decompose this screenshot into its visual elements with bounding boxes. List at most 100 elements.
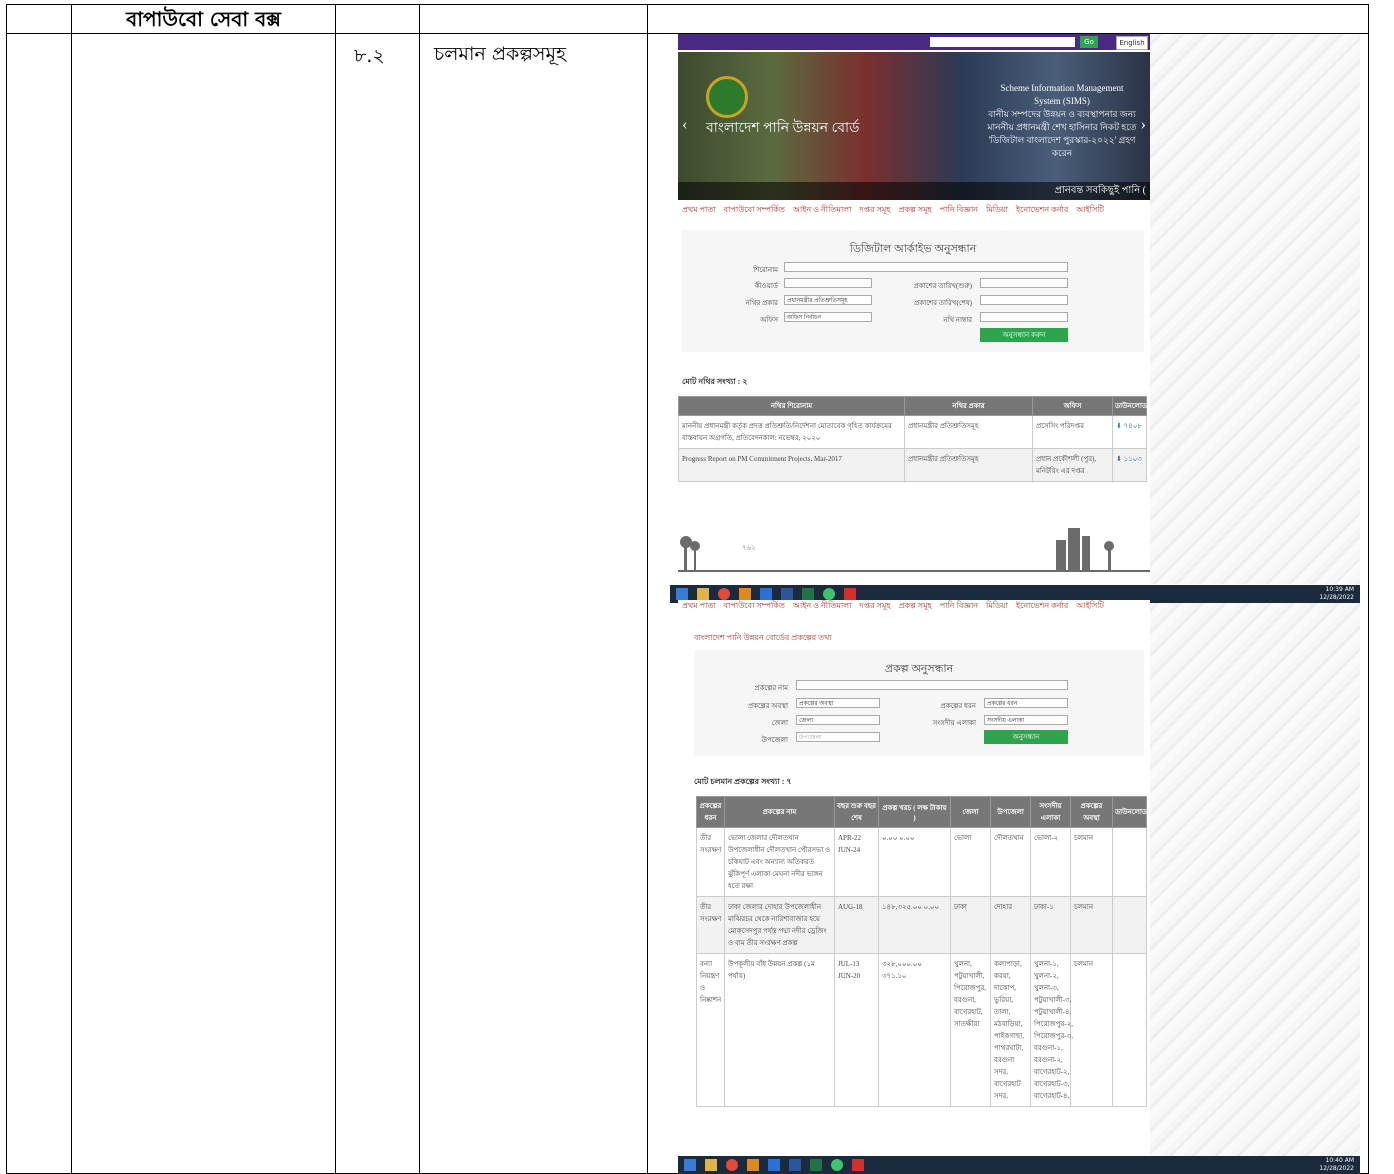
nav-item[interactable]: দপ্তর সমূহ (859, 202, 890, 218)
photoshop-icon[interactable] (768, 1159, 780, 1171)
clock-date: 12/28/2022 (1319, 594, 1354, 601)
name-cell: ভোলা জেলার দৌলতখান উপজেলাধীন দৌলতখান পৌর… (724, 827, 835, 897)
download-icon[interactable]: ⬇ (1116, 455, 1122, 463)
download-size[interactable]: ১১০৩ (1124, 455, 1142, 463)
nav-item[interactable]: পানি বিজ্ঞান (940, 202, 978, 218)
district-select[interactable]: জেলা (796, 715, 880, 725)
pdf-icon[interactable] (844, 588, 856, 600)
kind-cell: তীর সংরক্ষণ (696, 827, 725, 897)
office-select[interactable]: অফিস নির্বাচন (784, 312, 872, 322)
nav-item[interactable]: আইসিটি (1076, 600, 1104, 612)
doc-title-cell: Progress Report on PM Commitment Project… (678, 448, 905, 482)
chrome-icon[interactable] (718, 588, 730, 600)
excel-icon[interactable] (802, 588, 814, 600)
download-icon[interactable]: ⬇ (1116, 422, 1122, 430)
table-row: বন্যা নিয়ন্ত্রণ ও নিষ্কাশন উপকূলীয় বাঁ… (696, 953, 1147, 1107)
photoshop-icon[interactable] (760, 588, 772, 600)
breadcrumb[interactable]: বাংলাদেশ পানি উন্নয়ন বোর্ডের প্রকল্পের … (694, 632, 832, 645)
nav-item[interactable]: বাপাউবো সম্পর্কিত (724, 600, 785, 612)
nav-item[interactable]: প্রথম পাতা (682, 600, 716, 612)
banner-caption-line: মাননীয় প্রধানমন্ত্রী শেখ হাসিনার নিকট হ… (987, 122, 1137, 132)
download-cell[interactable] (1112, 953, 1147, 1107)
pdf-icon[interactable] (852, 1159, 864, 1171)
nav-item[interactable]: দপ্তর সমূহ (859, 600, 890, 612)
pub-to-input[interactable] (980, 295, 1068, 305)
banner-caption-line: 'ডিজিটাল বাংলাদেশ পুরস্কার-২০২২' গ্রহণ ক… (988, 135, 1136, 158)
table-header: অফিস (1032, 396, 1113, 416)
site-search-go-button[interactable]: Go (1080, 36, 1098, 48)
decorative-pattern (1150, 34, 1360, 584)
upazila-cell: দোহার (990, 896, 1031, 954)
nav-item[interactable]: মিডিয়া (986, 600, 1008, 612)
project-status-select[interactable]: প্রকল্পের অবস্থা (796, 698, 880, 708)
nav-item[interactable]: প্রকল্প সমূহ (899, 202, 932, 218)
pub-from-input[interactable] (980, 278, 1068, 288)
download-cell[interactable] (1112, 896, 1147, 954)
district-label: জেলা (771, 719, 788, 727)
illustrator-icon[interactable] (739, 588, 751, 600)
title-input[interactable] (784, 262, 1068, 272)
nav-item[interactable]: প্রকল্প সমূহ (899, 600, 932, 612)
doc-type-label: নথির প্রকার (745, 299, 778, 307)
district-cell: ঢাকা (950, 896, 991, 954)
nav-item[interactable]: বাপাউবো সম্পর্কিত (724, 202, 785, 218)
district-cell: ভোলা (950, 827, 991, 897)
office-label: অফিস (760, 316, 778, 324)
download-cell[interactable]: ⬇ ১১০৩ (1112, 448, 1147, 482)
keyword-input[interactable] (784, 278, 872, 288)
doc-no-label: নথি নাম্বার (943, 316, 972, 324)
word-icon[interactable] (781, 588, 793, 600)
nav-item[interactable]: ইনোভেশন কর্নার (1016, 600, 1068, 612)
start-icon[interactable] (684, 1159, 696, 1171)
banner-caption: Scheme Information Management System (SI… (978, 82, 1146, 160)
upazila-cell: কলাপাড়া, করয়া, দাকোপ, ভুরিয়া, তালা, ম… (990, 953, 1031, 1107)
project-kind-select[interactable]: প্রকল্পের ধরন (984, 698, 1068, 708)
table-header: ডাউনলোড (1112, 396, 1147, 416)
project-search-button[interactable]: অনুসন্ধান (984, 730, 1068, 744)
table-header: প্রকল্পের ধরন (696, 796, 725, 828)
start-icon[interactable] (676, 588, 688, 600)
nav-item[interactable]: ইনোভেশন কর্নার (1016, 202, 1068, 218)
archive-search-button[interactable]: অনুসন্ধান করুন (980, 328, 1068, 342)
nav-item[interactable]: প্রথম পাতা (682, 202, 716, 218)
language-button[interactable]: English (1116, 36, 1148, 50)
download-cell[interactable] (1112, 827, 1147, 897)
constituency-label: সংসদীয় এলাকা (932, 719, 976, 727)
nav-item[interactable]: পানি বিজ্ঞান (940, 600, 978, 612)
nav-item[interactable]: আইন ও নীতিমালা (793, 202, 852, 218)
nav-item[interactable]: আইসিটি (1076, 202, 1104, 218)
chrome-icon[interactable] (726, 1159, 738, 1171)
upazila-select[interactable]: উপজেলা (796, 732, 880, 742)
doc-office-cell: প্রসেসিং পরিদপ্তর (1032, 415, 1113, 449)
app-icon[interactable] (823, 588, 835, 600)
project-name-label: প্রকল্পের নাম (754, 684, 788, 692)
header-cell-blank (6, 4, 72, 34)
download-size[interactable]: ৭৪০৮ (1124, 422, 1142, 430)
file-explorer-icon[interactable] (697, 588, 709, 600)
cost-cell: ৩২৮,০০০.০০ ৩৭১.১০ (878, 953, 951, 1107)
site-nav: প্রথম পাতা বাপাউবো সম্পর্কিত আইন ও নীতিম… (682, 202, 1146, 218)
download-cell[interactable]: ⬇ ৭৪০৮ (1112, 415, 1147, 449)
site-nav: প্রথম পাতা বাপাউবো সম্পর্কিত আইন ও নীতিম… (682, 600, 1146, 612)
cost-cell: ০.০০ ০.০০ (878, 827, 951, 897)
illustrator-icon[interactable] (747, 1159, 759, 1171)
site-search-input[interactable] (930, 37, 1075, 47)
nav-item[interactable]: আইন ও নীতিমালা (793, 600, 852, 612)
doc-no-input[interactable] (980, 312, 1068, 322)
file-explorer-icon[interactable] (705, 1159, 717, 1171)
chevron-left-icon[interactable]: ‹ (682, 116, 687, 134)
project-total: মোট চলমান প্রকল্পের সংখ্যা : ৭ (694, 777, 792, 786)
excel-icon[interactable] (810, 1159, 822, 1171)
archive-search-screenshot: Go English বাংলাদেশ পানি উন্নয়ন বোর্ড ‹… (678, 34, 1150, 582)
taskbar-icons (684, 1159, 864, 1171)
app-icon[interactable] (831, 1159, 843, 1171)
archive-form-title: ডিজিটাল আর্কাইভ অনুসন্ধান (849, 243, 977, 255)
row-cell-empty (71, 33, 336, 1174)
nav-item[interactable]: মিডিয়া (986, 202, 1008, 218)
doc-type-select[interactable]: প্রধানমন্ত্রীর প্রতিশ্রুতিসমূহ (784, 295, 872, 305)
project-name-input[interactable] (796, 680, 1068, 690)
area-cell: ঢাকা-১ (1030, 896, 1071, 954)
status-cell: চলমান (1070, 827, 1113, 897)
word-icon[interactable] (789, 1159, 801, 1171)
constituency-select[interactable]: সংসদীয় এলাকা (984, 715, 1068, 725)
